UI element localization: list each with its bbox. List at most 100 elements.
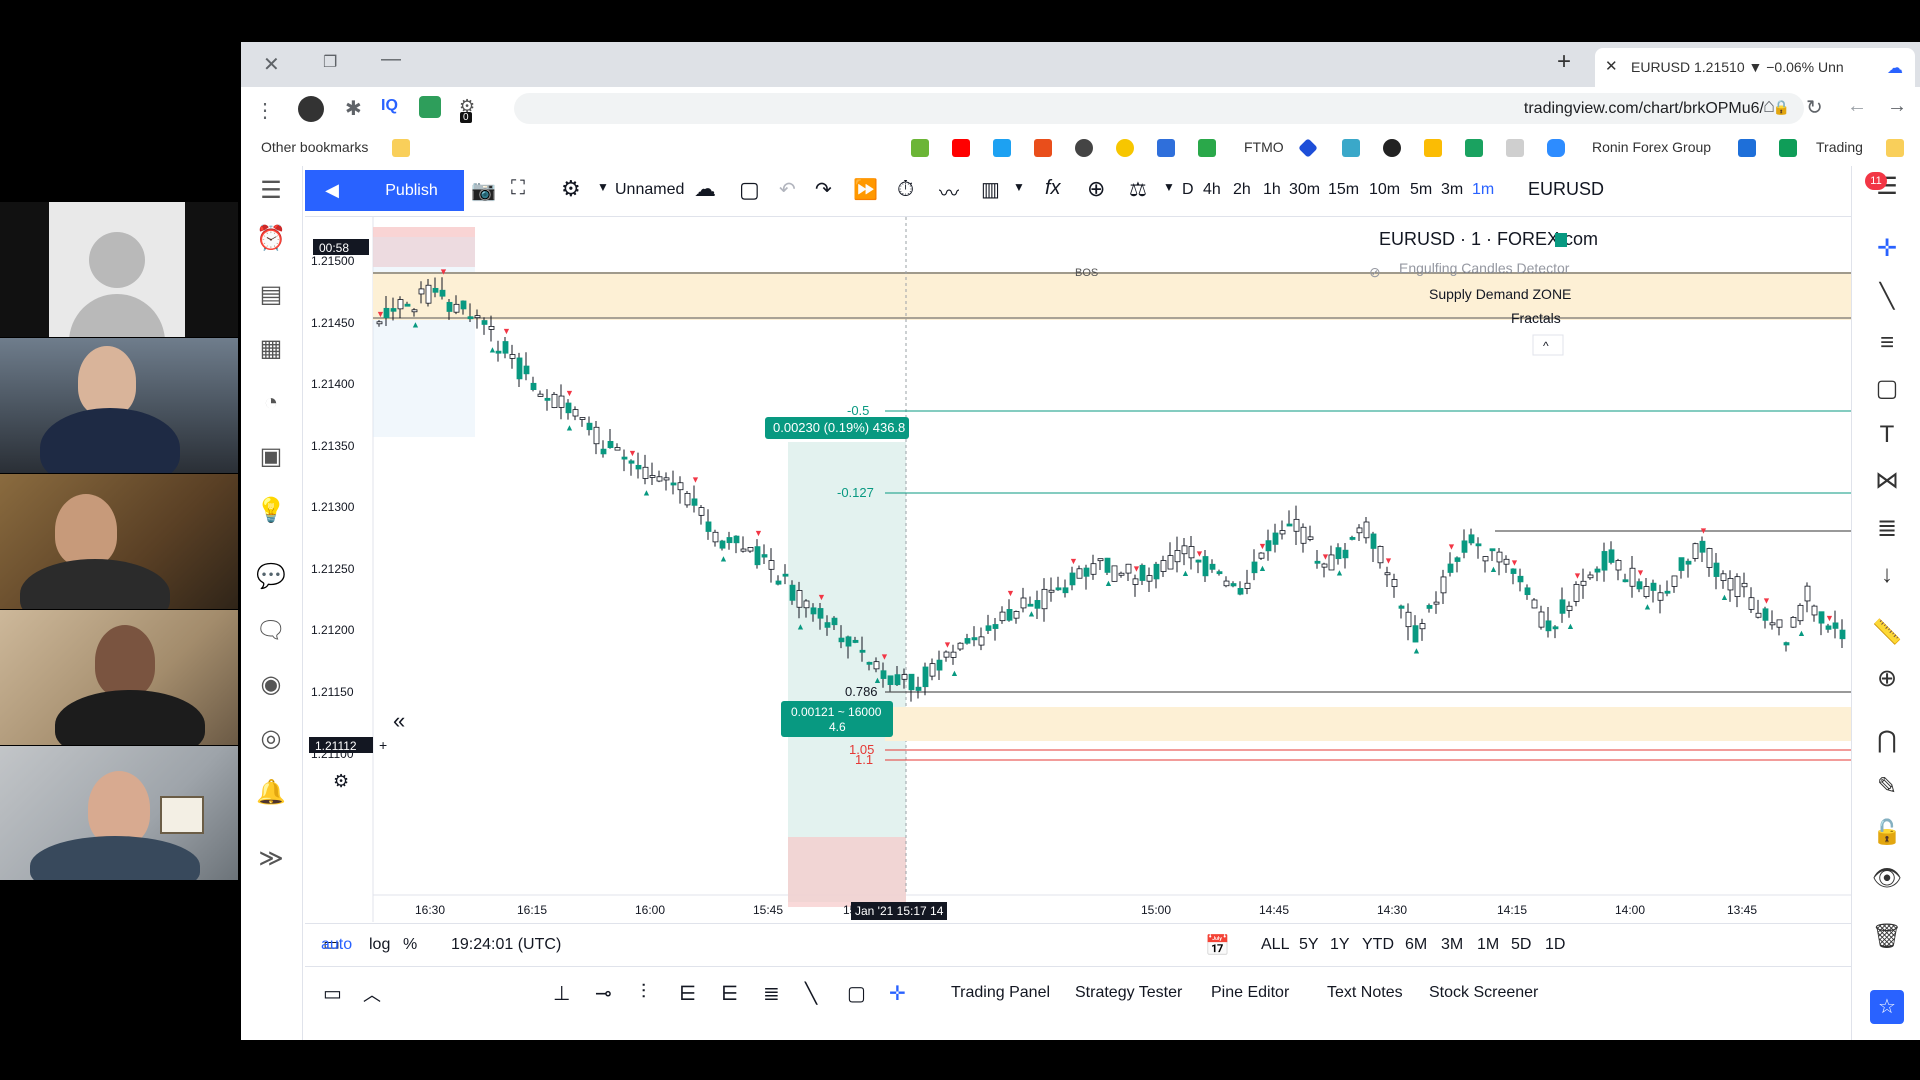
tab-pine-editor[interactable]: Pine Editor [1211,984,1289,1002]
chevron-up-icon[interactable]: ︿ [363,981,381,1007]
indicators-icon[interactable]: 〰 [939,177,959,206]
streams-icon[interactable]: ◉ [254,668,288,702]
utc-clock[interactable]: 19:24:01 (UTC) [451,936,561,954]
crosshair-icon[interactable]: ✛ [1870,232,1904,266]
extension-iq-icon[interactable]: IQ [381,97,398,115]
tab-close-icon[interactable]: ✕ [1605,57,1618,75]
undo-icon[interactable]: ↶ [779,177,796,202]
bookmark-icon-6[interactable] [1116,139,1134,157]
participant-tile-4[interactable] [0,746,238,880]
maximize-panel-icon[interactable]: ▭ [323,981,342,1006]
lock-icon[interactable]: 🔒 [1773,99,1790,116]
alert-icon[interactable]: ⏱ [897,176,914,202]
close-window-icon[interactable]: ✕ [263,52,280,77]
log-scale-toggle[interactable]: log [369,936,390,954]
pattern-icon[interactable]: ⋈ [1870,464,1904,498]
range-5y[interactable]: 5Y [1299,936,1319,954]
trend-line-icon[interactable]: ╲ [1870,280,1904,314]
news-icon[interactable]: ▤ [254,278,288,312]
extension-green-icon[interactable] [419,96,441,118]
range-all[interactable]: ALL [1261,936,1289,954]
tool-icon-7[interactable]: ╲ [805,981,817,1006]
timeframe-5m[interactable]: 5m [1410,181,1432,199]
range-5d[interactable]: 5D [1511,936,1531,954]
play-icon[interactable]: ◀ [305,170,359,211]
bookmark-icon-8[interactable] [1198,139,1216,157]
bookmark-ftmo[interactable]: FTMO [1244,139,1284,155]
text-icon[interactable]: T [1870,418,1904,452]
restore-window-icon[interactable]: ❐ [323,52,337,72]
tool-icon-4[interactable]: ⋿ [679,981,696,1006]
bookmark-icon-13[interactable] [1465,139,1483,157]
replay-icon[interactable]: ⏩ [853,177,878,202]
timeframe-15m[interactable]: 15m [1328,181,1359,199]
tab-strategy-tester[interactable]: Strategy Tester [1075,984,1182,1002]
bar-chart-icon[interactable]: ▥ [981,177,1000,202]
new-tab-icon[interactable]: + [1557,48,1571,76]
rectangle-icon[interactable]: ▢ [1870,372,1904,406]
range-1m[interactable]: 1M [1477,936,1499,954]
price-chart[interactable]: ▼ ▲ ▼ ▲ ▼ ▼ ▲ ▼ ▲ ▼ ▲ ▼ ▲ ▼ ▲ ▼ ▼ ▲ ▼ ▲ ▼ ▲ ▼ ▲ ▼ ▼ ▲ ▼ ▲ ▼ ▲ ▼ ▲ ▼ ▲ ▼ ▼ ▲ ▼ ▲… [305,217,1851,922]
tool-icon-3[interactable]: ⫶ [641,981,646,1004]
timeframe-2h[interactable]: 2h [1233,181,1251,199]
participant-tile-1[interactable] [0,338,238,473]
percent-scale-toggle[interactable]: % [403,936,417,954]
timeframe-30m[interactable]: 30m [1289,181,1320,199]
tool-icon-1[interactable]: ⊥ [553,981,570,1006]
trash-icon[interactable]: 🗑 [1870,920,1904,954]
youtube-icon[interactable] [952,139,970,157]
broadcast-icon[interactable]: ◎ [254,722,288,756]
bookmark-icon-4[interactable] [1034,139,1052,157]
url-text[interactable]: tradingview.com/chart/brkOPMu6/ [1524,100,1764,118]
browser-menu-icon[interactable]: ⋮ [255,98,275,123]
bookmark-icon-5[interactable] [1075,139,1093,157]
bookmark-icon-9[interactable] [1298,138,1318,158]
add-list-icon[interactable]: ▦ [254,332,288,366]
tab-text-notes[interactable]: Text Notes [1327,984,1403,1002]
tool-icon-5[interactable]: ⋿ [721,981,738,1006]
bookmark-trading[interactable]: Trading [1816,139,1863,155]
bookmark-ronin-forex-group[interactable]: Ronin Forex Group [1592,139,1711,155]
alarm-clock-icon[interactable]: ⏰ [254,222,288,256]
home-icon[interactable]: ⌂ [1763,95,1775,118]
calendar-goto-icon[interactable]: 📅 [1205,933,1230,958]
back-icon[interactable]: → [1887,95,1907,118]
bookmark-icon-15[interactable] [1547,139,1565,157]
range-1y[interactable]: 1Y [1330,936,1350,954]
tool-icon-8[interactable]: ▢ [847,981,866,1006]
reload-icon[interactable]: ↻ [1806,95,1823,120]
bookmark-icon-16[interactable] [1738,139,1756,157]
tab-tradingview[interactable]: ✕ EURUSD 1.21510 ▼ −0.06% Unn ☁ [1595,48,1915,87]
lock-icon[interactable]: 🔓 [1870,816,1904,850]
chart-pane[interactable]: ▼ ▲ ▼ ▲ ▼ ▼ ▲ ▼ ▲ ▼ ▲ ▼ ▲ ▼ ▲ ▼ ▼ ▲ ▼ ▲ ▼ ▲ ▼ ▲ ▼ ▼ ▲ ▼ ▲ ▼ ▲ ▼ ▲ ▼ ▲ ▼ ▼ ▲ ▼ ▲… [305,217,1851,922]
omnibox[interactable]: tradingview.com/chart/brkOPMu6/ 🔒 [514,93,1804,124]
watchlist-icon[interactable]: ☰ [254,174,288,208]
settings-icon[interactable]: ⚙ [561,176,581,202]
bookmark-icon-1[interactable] [911,139,929,157]
tab-trading-panel[interactable]: Trading Panel [951,984,1050,1002]
timeframe-1h[interactable]: 1h [1263,181,1281,199]
range-6m[interactable]: 6M [1405,936,1427,954]
redo-icon[interactable]: ↷ [815,177,832,202]
hotlist-icon[interactable]: ◔ [254,386,288,420]
zoom-in-icon[interactable]: ⊕ [1870,662,1904,696]
timeframe-10m[interactable]: 10m [1369,181,1400,199]
compare-icon[interactable]: ⊕ [1087,176,1105,202]
fx-icon[interactable]: fx [1045,177,1061,200]
forward-icon[interactable]: ← [1847,95,1867,118]
other-bookmarks-label[interactable]: Other bookmarks [261,139,368,155]
bookmark-icon-7[interactable] [1157,139,1175,157]
symbol-name[interactable]: EURUSD [1528,179,1604,200]
publish-button[interactable]: Publish [359,170,464,211]
pencil-lock-icon[interactable]: ✎ [1870,770,1904,804]
participant-tile-3[interactable] [0,610,238,745]
star-icon[interactable]: ☆ [1870,990,1904,1024]
magnet-icon[interactable]: ⋂ [1870,724,1904,758]
ideas-icon[interactable]: 💡 [254,494,288,528]
layout-select-icon[interactable]: ▢ [739,177,760,203]
candles-icon[interactable]: ⚖ [1129,177,1147,202]
range-ytd[interactable]: YTD [1362,936,1394,954]
layout-name[interactable]: Unnamed [615,181,684,199]
camera-icon[interactable]: 📷 [471,178,496,203]
extensions-icon[interactable]: ✱ [345,96,362,121]
